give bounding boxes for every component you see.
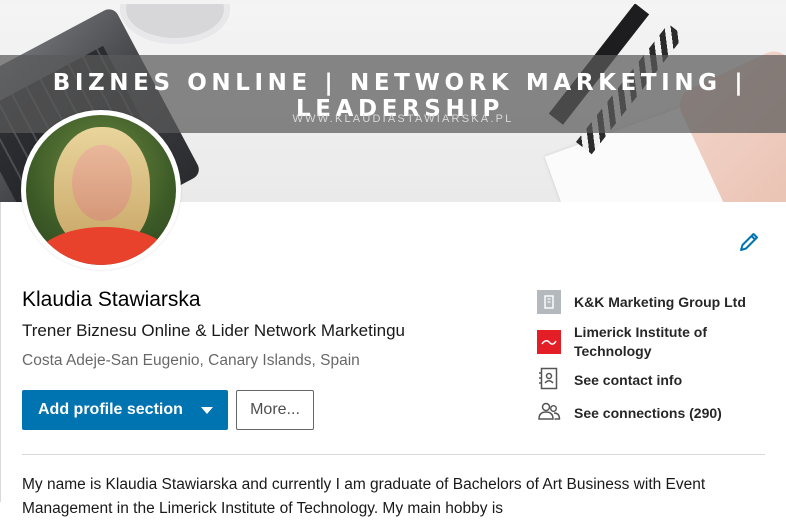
- add-profile-section-button[interactable]: Add profile section: [22, 390, 228, 430]
- connections-label: See connections (290): [574, 405, 722, 421]
- profile-name: Klaudia Stawiarska: [22, 288, 201, 311]
- photo-face: [72, 145, 132, 221]
- contact-info-label: See contact info: [574, 372, 683, 388]
- banner-cup-graphic: [120, 4, 230, 44]
- contact-card-icon: [539, 367, 558, 390]
- profile-photo: [26, 115, 176, 265]
- more-button[interactable]: More...: [236, 390, 314, 430]
- profile-headline: Trener Biznesu Online & Lider Network Ma…: [22, 321, 405, 340]
- company-name: K&K Marketing Group Ltd: [574, 294, 746, 310]
- school-name-line1: Limerick Institute of: [574, 324, 708, 340]
- school-logo-icon: [537, 330, 561, 354]
- people-icon: [538, 402, 561, 420]
- pencil-icon: [740, 233, 758, 251]
- add-profile-section-label: Add profile section: [38, 401, 183, 418]
- caret-down-icon: [201, 407, 213, 414]
- photo-shirt: [34, 227, 174, 265]
- school-name: Limerick Institute of Technology: [574, 323, 774, 361]
- edit-intro-button[interactable]: [737, 230, 761, 254]
- building-icon: [537, 290, 561, 314]
- divider: [22, 454, 765, 455]
- profile-location: Costa Adeje-San Eugenio, Canary Islands,…: [22, 352, 360, 369]
- summary-line: Management in the Limerick Institute of …: [22, 500, 504, 517]
- summary-line: My name is Klaudia Stawiarska and curren…: [22, 476, 706, 493]
- avatar[interactable]: [21, 110, 181, 270]
- school-name-line2: Technology: [574, 343, 652, 359]
- card-border: [0, 202, 1, 502]
